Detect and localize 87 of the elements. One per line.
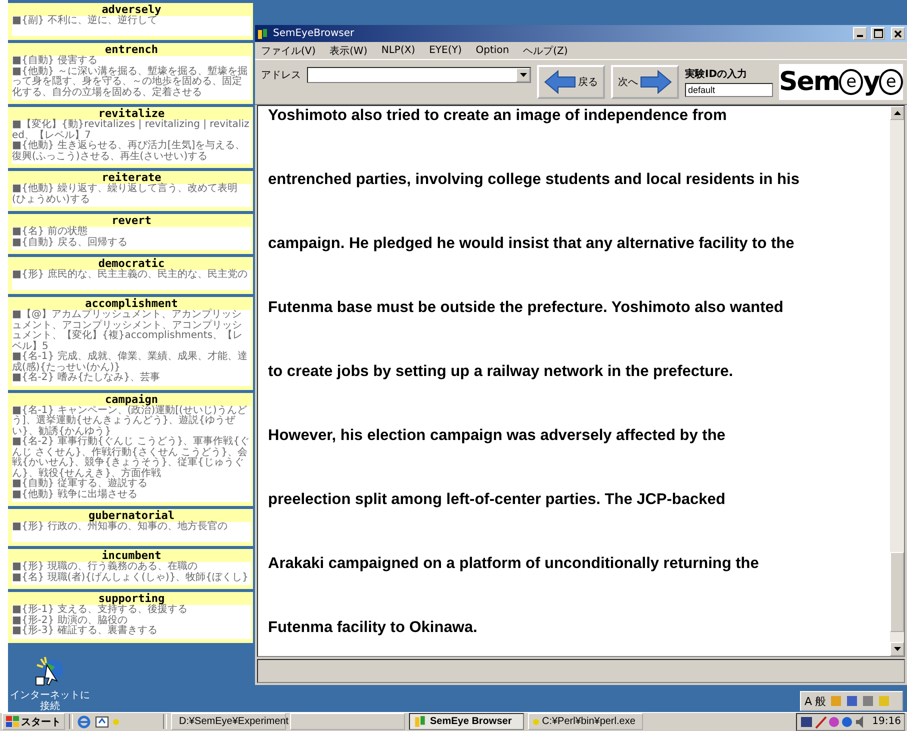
card-definition: ■{他動} 戦争に出場させる — [12, 490, 138, 500]
card-definition: ■{形-3} 確証する、裏書きする — [12, 626, 158, 636]
card-word: entrench — [104, 43, 159, 56]
experiment-id-field[interactable]: default — [685, 83, 773, 97]
text-line: campaign. He pledged he would insist that any alternative facility to the — [268, 234, 796, 253]
card-definition: ■{他動} 繰り返す、繰り返して言う、改めて表明(ひょうめい)する — [12, 184, 238, 205]
text-line: Futenma facility to Okinawa. — [268, 618, 478, 637]
card-definition: ■{形} 現職の、行う義務のある、在職の — [12, 562, 198, 572]
menu-item[interactable]: Option — [476, 45, 510, 56]
menu-item[interactable]: EYE(Y) — [429, 45, 462, 56]
close-button[interactable] — [891, 27, 905, 40]
text-line: entrenched parties, involving college students and local residents in his — [268, 170, 800, 189]
desktop-icon[interactable] — [95, 714, 109, 729]
experiment-id-label: 実験IDの入力 — [685, 67, 748, 81]
maximize-icon — [874, 29, 882, 38]
card-definition: ■{自動} 侵害する — [12, 56, 98, 66]
menu-item[interactable]: ヘルプ(Z) — [523, 44, 568, 58]
dot-icon — [533, 718, 539, 725]
scrollbar[interactable] — [890, 106, 904, 656]
text-line: preelection split among left-of-center parties. The JCP-backed — [268, 490, 726, 509]
card-word: campaign — [104, 392, 158, 406]
card-word: reiterate — [100, 171, 162, 184]
back-button[interactable]: 戻る — [537, 65, 605, 99]
card-definition: ■{名-2} 軍事行動{ぐんじ こうどう}、軍事作戦{ぐんじ さくせん}、作戦行動{さくせん こうどう}、会戦{かいせん}、競争{きょうそう}、従軍{じゅうぐん}、戦役{せんえき}、方面作戦 — [12, 437, 251, 478]
scroll-up-button[interactable] — [890, 106, 904, 120]
card-word: democratic — [97, 257, 165, 270]
card-definition: ■{名} 現職(者){げんしょく(しゃ)}、牧師{ぼくし} — [12, 572, 250, 583]
card-word: adversely — [100, 3, 162, 16]
scroll-down-button[interactable] — [890, 642, 904, 656]
text-line: Futenma base must be outside the prefecture. Yoshimoto also wanted — [268, 298, 784, 317]
card-definition: ■{自動} 従軍する、遊説する — [12, 479, 148, 489]
dropdown-button[interactable] — [516, 68, 530, 82]
language-bar-item[interactable]: 般 — [815, 694, 826, 708]
card-definition: ■【@】アカムプリッシュメント、アカンプリッシュメント、アコンプリッシメント、アコンプリッシュメント、【変化】{複}accomplishments、【レベル】5 — [12, 310, 243, 352]
menu-item[interactable]: NLP(X) — [381, 45, 416, 56]
dot-icon[interactable] — [113, 718, 119, 725]
card-definition: ■{形-2} 助演の、脇役の — [12, 616, 128, 626]
card-definition: ■{他動} 生き返らせる、再び活力[生気]を与える、復興(ふっこう)させる、再生(さいせい)する — [12, 141, 246, 162]
card-definition: ■{形} 行政の、州知事の、知事の、地方長官の — [12, 522, 228, 532]
right-arrow-icon — [640, 70, 672, 94]
up-caret-icon — [894, 111, 900, 115]
card-definition: ■{名} 前の状態 — [12, 227, 88, 237]
taskbar-button[interactable]: C:¥Perl¥bin¥perl.exe — [528, 713, 643, 730]
left-arrow-icon — [544, 70, 576, 94]
app-icon — [414, 715, 427, 728]
card-definition: ■{副} 不利に、逆に、逆行して — [12, 16, 158, 26]
card-definition: ■{名-1} 完成、成就、偉業、業績、成果、才能、達成(感){たっせい(かん)} — [12, 352, 248, 372]
address-label: アドレス — [261, 69, 301, 82]
app-icon — [257, 28, 269, 40]
text-line: to create jobs by setting up a railway network in the prefecture. — [268, 362, 734, 381]
scroll-thumb[interactable] — [890, 552, 904, 632]
card-definition: ■{形} 庶民的な、民主主義の、民主的な、民主党の — [12, 270, 248, 280]
text-line: Arakaki campaigned on a platform of unconditionally returning the — [268, 554, 760, 573]
window-title: SemEyeBrowser — [273, 28, 354, 39]
menu-item[interactable]: 表示(W) — [330, 44, 368, 58]
caret-icon — [520, 73, 526, 77]
card-word: gubernatorial — [88, 509, 176, 522]
address-field[interactable] — [307, 67, 531, 83]
minimize-button[interactable] — [853, 27, 867, 40]
text-line: Yoshimoto also tried to create an image of independence from — [268, 106, 728, 125]
card-definition: ■{名-2} 嗜み{たしなみ}、芸事 — [12, 373, 162, 384]
desktop-icon-label[interactable]: インターネットに接続 — [8, 690, 92, 712]
card-word: accomplishment — [85, 297, 179, 310]
globe-cursor-icon[interactable] — [35, 656, 65, 686]
maximize-button[interactable] — [871, 27, 885, 40]
caret-icon — [894, 647, 900, 651]
taskbar-button[interactable]: D:¥SemEye¥Experiment — [171, 713, 286, 730]
logo: Sem e y e — [779, 64, 903, 100]
windows-flag-icon — [6, 716, 19, 728]
minimize-icon — [857, 35, 863, 37]
card-definition: ■{名-1} キャンペーン、(政治)運動[(せいじ)うんどう]、選挙運動{せんきょうんどう}、遊説{ゆうぜい}、勧誘{かんゆう} — [12, 406, 248, 436]
card-word: revert — [110, 214, 152, 227]
card-definition: ■{自動} 戻る、回帰する — [12, 238, 128, 248]
language-bar-item[interactable]: A — [804, 694, 812, 708]
text-line: However, his election campaign was adversely affected by the — [268, 426, 726, 445]
forward-button[interactable]: 次へ — [611, 65, 679, 99]
menu-item[interactable]: ファイル(V) — [261, 44, 316, 58]
taskbar-button[interactable]: SemEye Browser — [409, 713, 524, 730]
card-definition: ■{他動} ～に深い溝を掘る、塹壕を掘る、塹壕を掘って身を隠す、身を守る、～の地歩を固める、固定化する、自分の立場を固める、定着させる — [12, 66, 248, 98]
card-word: supporting — [98, 592, 165, 605]
card-definition: ■【変化】{動}revitalizes | revitalizing | revitalized、【レベル】7 — [12, 120, 250, 140]
card-word: incumbent — [102, 549, 162, 562]
card-definition: ■{形-1} 支える、支持する、後援する — [12, 605, 188, 615]
start-button[interactable]: スタート — [2, 713, 65, 730]
card-word: revitalize — [98, 107, 165, 120]
close-icon — [894, 30, 902, 38]
clock: 19:16 — [872, 716, 901, 728]
